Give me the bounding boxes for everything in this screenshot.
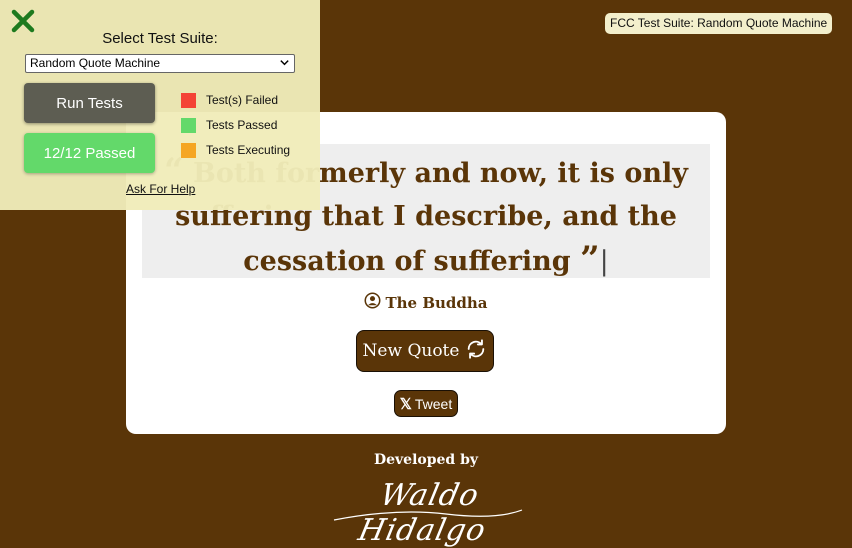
ask-for-help-link[interactable]: Ask For Help [126, 182, 195, 196]
legend-passed: Tests Passed [181, 117, 277, 133]
legend-executing: Tests Executing [181, 142, 290, 158]
select-suite-label: Select Test Suite: [102, 30, 218, 47]
new-quote-label: New Quote [362, 341, 460, 361]
legend-failed-label: Test(s) Failed [206, 93, 279, 107]
run-tests-button[interactable]: Run Tests [24, 83, 155, 123]
legend-swatch-failed [181, 92, 196, 108]
tweet-button[interactable]: 𝕏 Tweet [394, 390, 458, 417]
legend-passed-label: Tests Passed [206, 118, 278, 132]
quote-author: The Buddha [126, 292, 726, 313]
test-suite-select[interactable]: Random Quote Machine [25, 54, 295, 73]
close-quote-mark: ” [580, 239, 600, 279]
developed-by-label: Developed by [373, 452, 479, 468]
new-quote-button[interactable]: New Quote [356, 330, 494, 372]
legend-executing-label: Tests Executing [206, 143, 291, 157]
fcc-test-suite-badge[interactable]: FCC Test Suite: Random Quote Machine [605, 13, 833, 34]
author-name: The Buddha [385, 293, 488, 312]
selected-suite-value: Random Quote Machine [30, 56, 161, 70]
signature-flourish [333, 509, 523, 521]
text-cursor: | [599, 246, 609, 277]
user-circle-icon [364, 292, 381, 313]
legend-swatch-executing [181, 142, 196, 158]
x-logo-icon: 𝕏 [399, 395, 412, 413]
chevron-down-icon [280, 60, 289, 66]
fcc-test-panel: Select Test Suite: Random Quote Machine … [0, 0, 320, 210]
test-result-button[interactable]: 12/12 Passed [24, 133, 155, 173]
legend-failed: Test(s) Failed [181, 92, 278, 108]
refresh-icon [465, 338, 487, 365]
developer-signature: Waldo Hidalgo [326, 474, 526, 548]
tweet-label: Tweet [414, 395, 453, 412]
legend-swatch-passed [181, 117, 196, 133]
